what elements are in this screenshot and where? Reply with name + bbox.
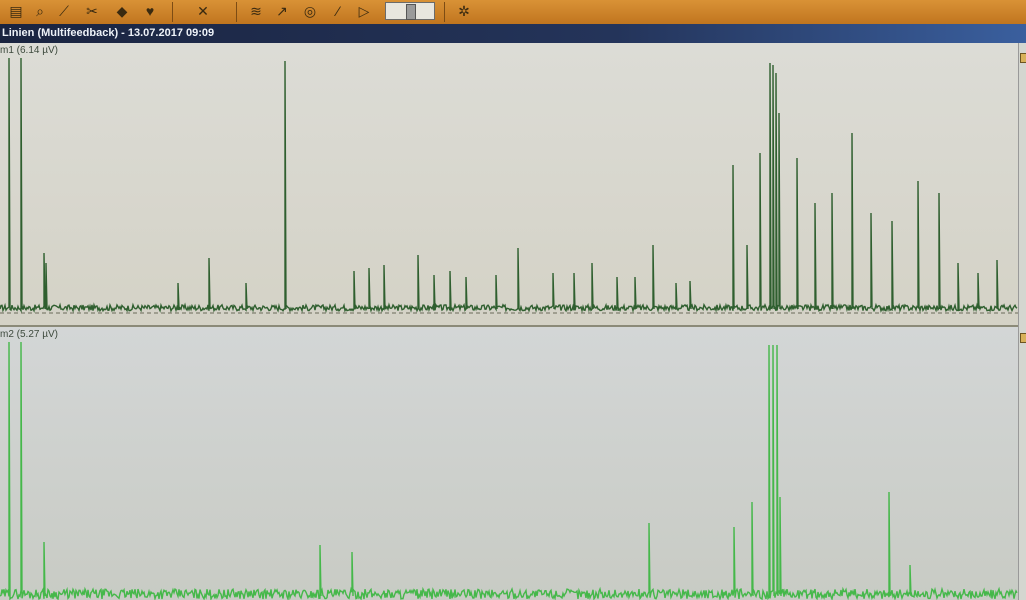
wand-icon[interactable]: ⁄ — [328, 1, 348, 21]
globe-icon[interactable]: ◎ — [300, 1, 320, 21]
folder-icon[interactable]: ▤ — [6, 1, 26, 21]
scroll-marker-2[interactable] — [1020, 333, 1026, 343]
layers-icon[interactable]: ≋ — [246, 1, 266, 21]
pin-icon[interactable]: ⟋ — [54, 1, 74, 21]
zoom-slider[interactable] — [385, 2, 435, 20]
channel-1-panel[interactable]: m1 (6.14 µV) — [0, 43, 1018, 327]
play-icon[interactable]: ▷ — [354, 1, 374, 21]
graph-icon[interactable]: ↗ — [272, 1, 292, 21]
search-icon[interactable]: ⌕ — [30, 1, 50, 21]
tag-icon[interactable]: ◆ — [112, 1, 132, 21]
slider-thumb[interactable] — [406, 4, 416, 20]
tools-icon[interactable]: ✕ — [193, 1, 213, 21]
vertical-scrollbar[interactable] — [1018, 43, 1026, 600]
channel-1-trace — [0, 57, 1018, 314]
signal-path — [0, 57, 1018, 314]
channel-2-trace — [0, 341, 1018, 600]
settings-icon[interactable]: ✲ — [454, 1, 474, 21]
signal-path — [0, 341, 1018, 600]
scroll-marker-1[interactable] — [1020, 53, 1026, 63]
toolbar: ▤ ⌕ ⟋ ✂ ◆ ♥ ✕ ≋ ↗ ◎ ⁄ ▷ ✲ — [0, 0, 1026, 25]
channel-2-panel[interactable]: m2 (5.27 µV) — [0, 327, 1018, 600]
heart-icon[interactable]: ♥ — [140, 1, 160, 21]
scissors-icon[interactable]: ✂ — [82, 1, 102, 21]
window-title: Linien (Multifeedback) - 13.07.2017 09:0… — [2, 27, 215, 39]
window-titlebar: Linien (Multifeedback) - 13.07.2017 09:0… — [0, 24, 1026, 43]
